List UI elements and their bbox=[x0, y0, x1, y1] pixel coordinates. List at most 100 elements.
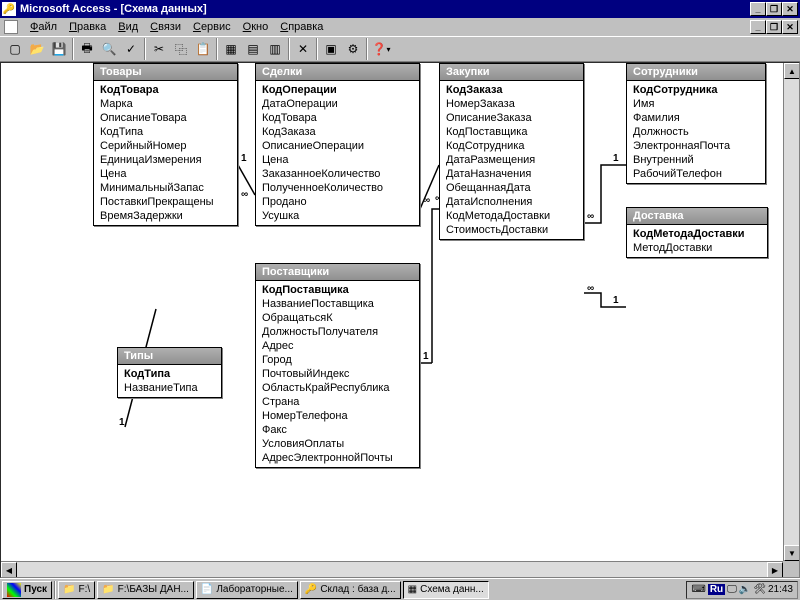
table-header[interactable]: Товары bbox=[94, 64, 237, 81]
field[interactable]: Имя bbox=[631, 97, 761, 111]
menu-справка[interactable]: Справка bbox=[274, 20, 329, 34]
menu-файл[interactable]: Файл bbox=[24, 20, 63, 34]
taskbar-item[interactable]: 📁F:\ bbox=[58, 581, 95, 599]
preview-icon[interactable]: 🔍 bbox=[98, 38, 120, 60]
spellcheck-icon[interactable]: ✓ bbox=[120, 38, 142, 60]
table-header[interactable]: Закупки bbox=[440, 64, 583, 81]
help-icon[interactable]: ❓▾ bbox=[370, 38, 392, 60]
field[interactable]: ДатаНазначения bbox=[444, 167, 579, 181]
close-button[interactable]: ✕ bbox=[782, 2, 798, 16]
new-doc-icon[interactable]: ▢ bbox=[4, 38, 26, 60]
field[interactable]: Должность bbox=[631, 125, 761, 139]
table-suppliers[interactable]: ПоставщикиКодПоставщикаНазваниеПоставщик… bbox=[255, 263, 420, 468]
volume-icon[interactable]: 🔊 bbox=[739, 584, 751, 595]
field[interactable]: ПоставкиПрекращены bbox=[98, 195, 233, 209]
show-direct-icon[interactable]: ▤ bbox=[242, 38, 264, 60]
table-header[interactable]: Сотрудники bbox=[627, 64, 765, 81]
start-button[interactable]: Пуск bbox=[2, 581, 52, 599]
field[interactable]: УсловияОплаты bbox=[260, 437, 415, 451]
field[interactable]: Цена bbox=[98, 167, 233, 181]
mdi-restore-button[interactable]: ❐ bbox=[766, 20, 782, 34]
show-table-icon[interactable]: ▦ bbox=[220, 38, 242, 60]
field[interactable]: СерийныйНомер bbox=[98, 139, 233, 153]
table-delivery[interactable]: ДоставкаКодМетодаДоставкиМетодДоставки bbox=[626, 207, 768, 258]
field[interactable]: ДатаОперации bbox=[260, 97, 415, 111]
print-icon[interactable]: 🖶 bbox=[76, 38, 98, 60]
field[interactable]: НомерЗаказа bbox=[444, 97, 579, 111]
field[interactable]: НазваниеТипа bbox=[122, 381, 217, 395]
minimize-button[interactable]: _ bbox=[750, 2, 766, 16]
field[interactable]: Внутренний bbox=[631, 153, 761, 167]
field[interactable]: ОбращатьсяК bbox=[260, 311, 415, 325]
table-goods[interactable]: ТоварыКодТовараМаркаОписаниеТовараКодТип… bbox=[93, 63, 238, 226]
field[interactable]: КодПоставщика bbox=[444, 125, 579, 139]
field[interactable]: Страна bbox=[260, 395, 415, 409]
field[interactable]: Продано bbox=[260, 195, 415, 209]
open-icon[interactable]: 📂 bbox=[26, 38, 48, 60]
table-types[interactable]: Типы КодТипаНазваниеТипа bbox=[117, 347, 222, 398]
cut-icon[interactable]: ✂ bbox=[148, 38, 170, 60]
maximize-button[interactable]: ❐ bbox=[766, 2, 782, 16]
scroll-left-icon[interactable]: ◀ bbox=[1, 562, 17, 578]
field[interactable]: КодСотрудника bbox=[444, 139, 579, 153]
scroll-up-icon[interactable]: ▲ bbox=[784, 63, 800, 79]
table-employees[interactable]: СотрудникиКодСотрудникаИмяФамилияДолжнос… bbox=[626, 63, 766, 184]
menu-сервис[interactable]: Сервис bbox=[187, 20, 237, 34]
field[interactable]: РабочийТелефон bbox=[631, 167, 761, 181]
keyboard-icon[interactable]: ⌨ bbox=[691, 584, 705, 595]
relationships-icon[interactable]: ⚙ bbox=[342, 38, 364, 60]
field[interactable]: КодЗаказа bbox=[260, 125, 415, 139]
tool-icon[interactable]: 🛠 bbox=[753, 584, 766, 595]
mdi-close-button[interactable]: ✕ bbox=[782, 20, 798, 34]
field[interactable]: Город bbox=[260, 353, 415, 367]
taskbar-item[interactable]: 📄Лабораторные... bbox=[196, 581, 298, 599]
table-header[interactable]: Типы bbox=[118, 348, 221, 365]
field[interactable]: КодТовара bbox=[98, 83, 233, 97]
field[interactable]: ОбластьКрайРеспублика bbox=[260, 381, 415, 395]
table-header[interactable]: Сделки bbox=[256, 64, 419, 81]
field[interactable]: НазваниеПоставщика bbox=[260, 297, 415, 311]
field[interactable]: Марка bbox=[98, 97, 233, 111]
field[interactable]: ДатаИсполнения bbox=[444, 195, 579, 209]
field[interactable]: ПолученноеКоличество bbox=[260, 181, 415, 195]
field[interactable]: АдресЭлектроннойПочты bbox=[260, 451, 415, 465]
field[interactable]: ОписаниеОперации bbox=[260, 139, 415, 153]
table-purchases[interactable]: ЗакупкиКодЗаказаНомерЗаказаОписаниеЗаказ… bbox=[439, 63, 584, 240]
table-header[interactable]: Доставка bbox=[627, 208, 767, 225]
field[interactable]: КодОперации bbox=[260, 83, 415, 97]
field[interactable]: КодЗаказа bbox=[444, 83, 579, 97]
taskbar-item[interactable]: ▦Схема данн... bbox=[403, 581, 489, 599]
paste-icon[interactable]: 📋 bbox=[192, 38, 214, 60]
field[interactable]: Цена bbox=[260, 153, 415, 167]
field[interactable]: КодТипа bbox=[122, 367, 217, 381]
field[interactable]: ПочтовыйИндекс bbox=[260, 367, 415, 381]
relationships-canvas[interactable]: 1 ∞ ∞ 1 ∞ 1 ∞ 1 ∞ 1 ∞ 1 ТоварыКодТовараМ… bbox=[0, 62, 800, 578]
table-deals[interactable]: Сделки КодОперацииДатаОперацииКодТовараКо… bbox=[255, 63, 420, 226]
scroll-right-icon[interactable]: ▶ bbox=[767, 562, 783, 578]
mdi-minimize-button[interactable]: _ bbox=[750, 20, 766, 34]
field[interactable]: ВремяЗадержки bbox=[98, 209, 233, 223]
field[interactable]: Факс bbox=[260, 423, 415, 437]
taskbar-item[interactable]: 📁F:\БАЗЫ ДАН... bbox=[97, 581, 194, 599]
field[interactable]: СтоимостьДоставки bbox=[444, 223, 579, 237]
field[interactable]: Адрес bbox=[260, 339, 415, 353]
field[interactable]: КодТипа bbox=[98, 125, 233, 139]
field[interactable]: НомерТелефона bbox=[260, 409, 415, 423]
menu-вид[interactable]: Вид bbox=[112, 20, 144, 34]
field[interactable]: ЭлектроннаяПочта bbox=[631, 139, 761, 153]
field[interactable]: КодПоставщика bbox=[260, 283, 415, 297]
properties-icon[interactable]: ▣ bbox=[320, 38, 342, 60]
scroll-down-icon[interactable]: ▼ bbox=[784, 545, 800, 561]
horizontal-scrollbar[interactable]: ◀ ▶ bbox=[1, 561, 783, 577]
menu-связи[interactable]: Связи bbox=[144, 20, 187, 34]
display-icon[interactable]: 🖵 bbox=[727, 584, 737, 595]
field[interactable]: ДатаРазмещения bbox=[444, 153, 579, 167]
field[interactable]: Фамилия bbox=[631, 111, 761, 125]
field[interactable]: МинимальныйЗапас bbox=[98, 181, 233, 195]
field[interactable]: КодМетодаДоставки bbox=[444, 209, 579, 223]
menu-правка[interactable]: Правка bbox=[63, 20, 112, 34]
field[interactable]: ЗаказанноеКоличество bbox=[260, 167, 415, 181]
delete-icon[interactable]: ✕ bbox=[292, 38, 314, 60]
field[interactable]: КодТовара bbox=[260, 111, 415, 125]
copy-icon[interactable]: ⿻ bbox=[170, 38, 192, 60]
